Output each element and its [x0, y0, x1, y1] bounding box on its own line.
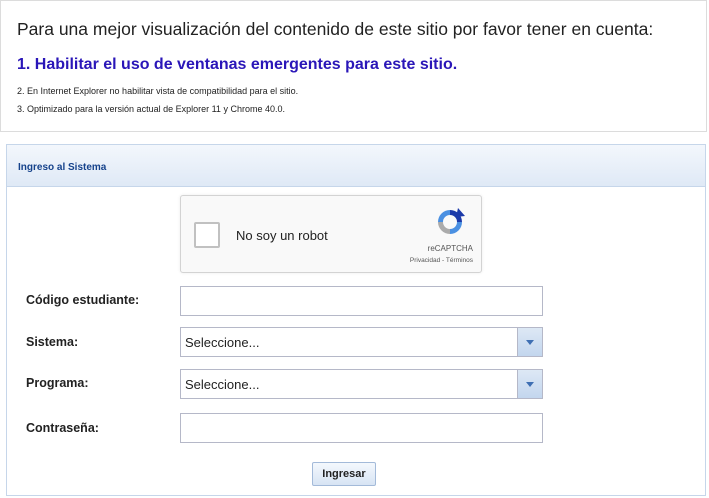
password-input[interactable]: [180, 413, 543, 443]
notice-browser-item: 3. Optimizado para la versión actual de …: [17, 104, 285, 114]
codigo-label: Código estudiante:: [26, 293, 140, 307]
notice-compat-item: 2. En Internet Explorer no habilitar vis…: [17, 86, 299, 96]
not-robot-label: No soy un robot: [236, 228, 328, 243]
programa-selected-value: Seleccione...: [185, 377, 260, 392]
browser-notice: Para una mejor visualización del conteni…: [0, 0, 707, 132]
ingresar-button[interactable]: Ingresar: [312, 462, 376, 486]
sistema-dropdown-trigger[interactable]: [517, 328, 542, 356]
sistema-selected-value: Seleccione...: [185, 335, 260, 350]
programa-dropdown-trigger[interactable]: [517, 370, 542, 398]
programa-select[interactable]: Seleccione...: [180, 369, 543, 399]
sistema-label: Sistema:: [26, 335, 79, 349]
programa-label: Programa:: [26, 376, 89, 390]
notice-headline: Para una mejor visualización del conteni…: [17, 19, 654, 39]
panel-title: Ingreso al Sistema: [7, 145, 705, 187]
codigo-estudiante-input[interactable]: [180, 286, 543, 316]
contrasena-label: Contraseña:: [26, 421, 99, 435]
notice-popups-item: 1. Habilitar el uso de ventanas emergent…: [17, 56, 458, 73]
sistema-select[interactable]: Seleccione...: [180, 327, 543, 357]
recaptcha-widget: No soy un robot reCAPTCHA Privacidad - T…: [180, 195, 482, 273]
chevron-down-icon: [526, 382, 534, 387]
recaptcha-links: Privacidad - Términos: [410, 257, 473, 264]
recaptcha-logo-icon: [438, 208, 465, 234]
login-panel: Ingreso al Sistema No soy un robot reCAP…: [6, 144, 706, 496]
terms-link[interactable]: Términos: [446, 257, 473, 264]
privacy-link[interactable]: Privacidad: [410, 257, 440, 264]
chevron-down-icon: [526, 340, 534, 345]
recaptcha-brand: reCAPTCHA: [427, 244, 473, 253]
not-robot-checkbox[interactable]: [194, 222, 220, 248]
